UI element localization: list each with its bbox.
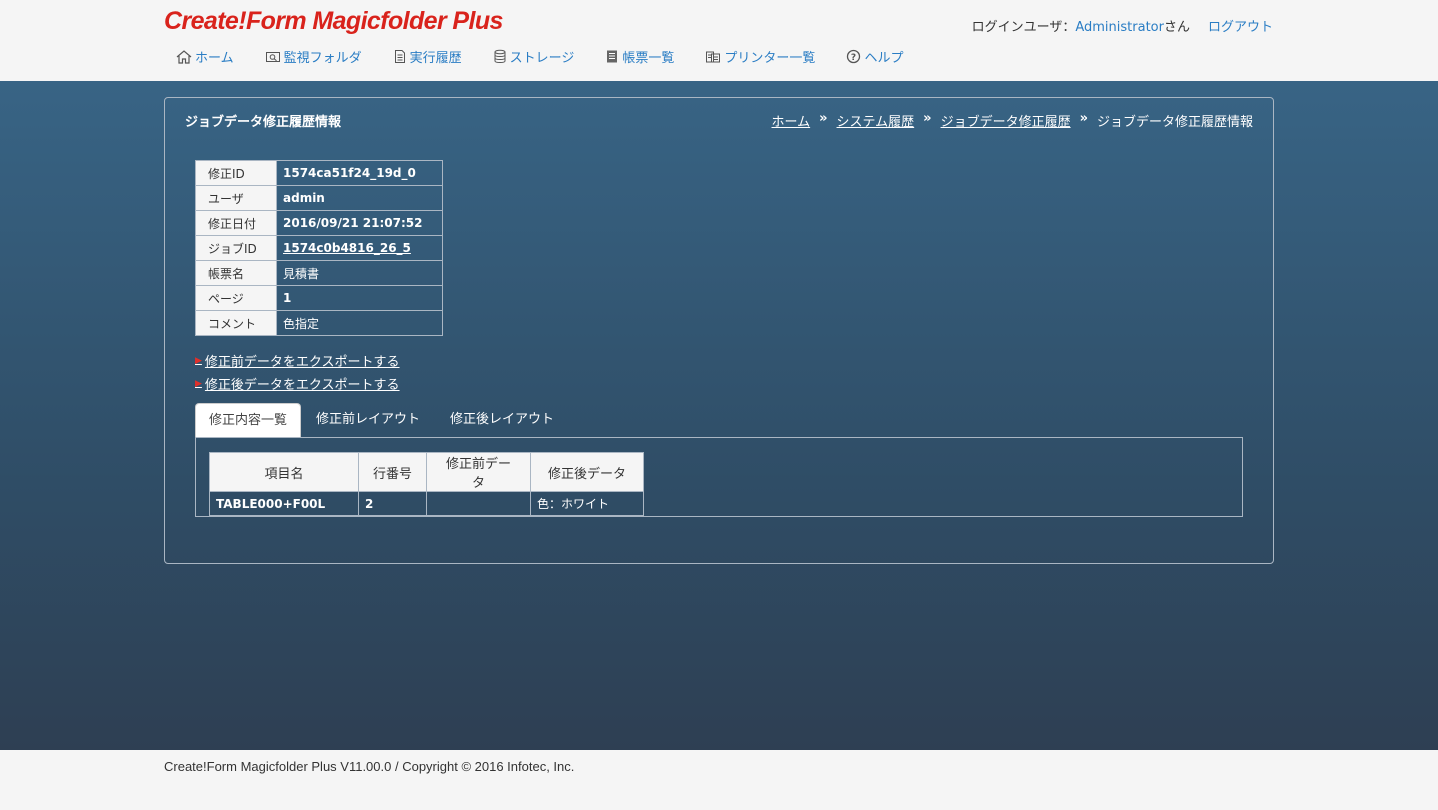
table-header-row: 項目名 行番号 修正前データ 修正後データ bbox=[209, 452, 644, 492]
login-user-label: ログインユーザ： bbox=[971, 20, 1076, 35]
nav-storage-label: ストレージ bbox=[509, 51, 575, 66]
nav-printer-list-label: プリンター一覧 bbox=[724, 51, 816, 66]
nav-watch-folder[interactable]: 監視フォルダ bbox=[265, 47, 362, 66]
nav-help[interactable]: ? ヘルプ bbox=[846, 47, 903, 66]
info-table: 修正ID 1574ca51f24_19d_0 ユーザ admin 修正日付 20… bbox=[195, 160, 443, 336]
user-name-link[interactable]: Administrator bbox=[1075, 20, 1164, 35]
nav-printer-list[interactable]: プリンター一覧 bbox=[705, 47, 815, 66]
export-before-link[interactable]: ▶ 修正前データをエクスポートする bbox=[195, 351, 400, 370]
diff-table: 項目名 行番号 修正前データ 修正後データ TABLE000+F00L 2 色：… bbox=[209, 452, 644, 516]
cell-before-data bbox=[426, 491, 531, 516]
nav-home-label: ホーム bbox=[195, 51, 234, 66]
app-logo[interactable]: Create!Form Magicfolder Plus bbox=[164, 7, 503, 36]
tab-change-list[interactable]: 修正内容一覧 bbox=[195, 403, 302, 438]
document-icon bbox=[394, 50, 405, 63]
table-row: 帳票名 見積書 bbox=[195, 260, 443, 286]
printer-icon bbox=[706, 51, 721, 63]
nav-storage[interactable]: ストレージ bbox=[493, 47, 575, 66]
nav-form-list[interactable]: 帳票一覧 bbox=[605, 47, 674, 66]
column-header-item-name: 項目名 bbox=[209, 452, 359, 492]
page-title: ジョブデータ修正履歴情報 bbox=[185, 115, 342, 130]
info-value-cell: 1574c0b4816_26_5 bbox=[276, 235, 443, 261]
cell-after-data: 色：ホワイト bbox=[530, 491, 644, 516]
breadcrumb-separator: » bbox=[1079, 111, 1088, 126]
job-id-link[interactable]: 1574c0b4816_26_5 bbox=[283, 241, 411, 255]
header: Create!Form Magicfolder Plus ログインユーザ：Adm… bbox=[0, 0, 1438, 81]
table-row: 修正日付 2016/09/21 21:07:52 bbox=[195, 210, 443, 236]
user-info: ログインユーザ：Administratorさん ログアウト bbox=[972, 16, 1273, 35]
column-header-before-data: 修正前データ bbox=[426, 452, 531, 492]
breadcrumb-job-data-history[interactable]: ジョブデータ修正履歴 bbox=[941, 111, 1071, 130]
table-row: コメント 色指定 bbox=[195, 310, 443, 336]
table-row: ユーザ admin bbox=[195, 185, 443, 211]
tab-panel: 項目名 行番号 修正前データ 修正後データ TABLE000+F00L 2 色：… bbox=[195, 437, 1243, 517]
help-icon: ? bbox=[847, 49, 861, 64]
table-row: TABLE000+F00L 2 色：ホワイト bbox=[209, 491, 644, 516]
cell-item-name: TABLE000+F00L bbox=[209, 491, 359, 516]
breadcrumb: ホーム » システム履歴 » ジョブデータ修正履歴 » ジョブデータ修正履歴情報 bbox=[772, 111, 1254, 130]
info-label: ページ bbox=[195, 285, 277, 311]
home-icon bbox=[176, 49, 192, 64]
info-label: 修正日付 bbox=[195, 210, 277, 236]
table-row: ページ 1 bbox=[195, 285, 443, 311]
column-header-after-data: 修正後データ bbox=[530, 452, 644, 492]
nav-exec-history-label: 実行履歴 bbox=[409, 51, 462, 66]
nav-help-label: ヘルプ bbox=[864, 51, 904, 66]
tab-layout-after[interactable]: 修正後レイアウト bbox=[435, 403, 569, 438]
form-list-icon bbox=[607, 50, 618, 63]
main-content: ジョブデータ修正履歴情報 ホーム » システム履歴 » ジョブデータ修正履歴 »… bbox=[0, 81, 1438, 750]
nav-form-list-label: 帳票一覧 bbox=[622, 51, 675, 66]
nav-watch-folder-label: 監視フォルダ bbox=[283, 51, 362, 66]
arrow-right-icon: ▶ bbox=[195, 378, 202, 389]
info-label: ユーザ bbox=[195, 185, 277, 211]
info-label: コメント bbox=[195, 310, 277, 336]
export-before-label: 修正前データをエクスポートする bbox=[204, 355, 400, 370]
table-row: ジョブID 1574c0b4816_26_5 bbox=[195, 235, 443, 261]
footer: Create!Form Magicfolder Plus V11.00.0 / … bbox=[0, 750, 1438, 810]
breadcrumb-system-history[interactable]: システム履歴 bbox=[837, 111, 915, 130]
info-value: 2016/09/21 21:07:52 bbox=[276, 210, 443, 236]
tab-layout-before[interactable]: 修正前レイアウト bbox=[301, 403, 435, 438]
export-links: ▶ 修正前データをエクスポートする ▶ 修正後データをエクスポートする bbox=[195, 351, 400, 397]
database-icon bbox=[494, 49, 506, 63]
breadcrumb-separator: » bbox=[923, 111, 932, 126]
info-value: admin bbox=[276, 185, 443, 211]
tab-bar: 修正内容一覧 修正前レイアウト 修正後レイアウト bbox=[195, 403, 569, 438]
logout-link[interactable]: ログアウト bbox=[1208, 20, 1273, 35]
export-after-link[interactable]: ▶ 修正後データをエクスポートする bbox=[195, 374, 400, 393]
info-value: 1 bbox=[276, 285, 443, 311]
column-header-line-number: 行番号 bbox=[358, 452, 427, 492]
breadcrumb-current: ジョブデータ修正履歴情報 bbox=[1096, 115, 1253, 130]
svg-text:?: ? bbox=[851, 53, 856, 63]
info-label: ジョブID bbox=[195, 235, 277, 261]
info-label: 修正ID bbox=[195, 160, 277, 186]
copyright-text: Create!Form Magicfolder Plus V11.00.0 / … bbox=[164, 759, 575, 774]
info-value: 見積書 bbox=[276, 260, 443, 286]
detail-panel: ジョブデータ修正履歴情報 ホーム » システム履歴 » ジョブデータ修正履歴 »… bbox=[164, 97, 1274, 564]
user-suffix: さん bbox=[1163, 20, 1190, 35]
info-value: 色指定 bbox=[276, 310, 443, 336]
breadcrumb-home[interactable]: ホーム bbox=[772, 111, 811, 130]
cell-line-number: 2 bbox=[358, 491, 427, 516]
info-value: 1574ca51f24_19d_0 bbox=[276, 160, 443, 186]
breadcrumb-separator: » bbox=[819, 111, 828, 126]
export-after-label: 修正後データをエクスポートする bbox=[204, 378, 400, 393]
folder-watch-icon bbox=[265, 51, 280, 62]
arrow-right-icon: ▶ bbox=[195, 355, 202, 366]
nav-exec-history[interactable]: 実行履歴 bbox=[393, 47, 462, 66]
table-row: 修正ID 1574ca51f24_19d_0 bbox=[195, 160, 443, 186]
nav-home[interactable]: ホーム bbox=[176, 47, 234, 66]
main-nav: ホーム 監視フォルダ 実行履歴 ストレージ 帳票一覧 プリンター一覧 ? ヘルプ bbox=[176, 47, 934, 66]
info-label: 帳票名 bbox=[195, 260, 277, 286]
